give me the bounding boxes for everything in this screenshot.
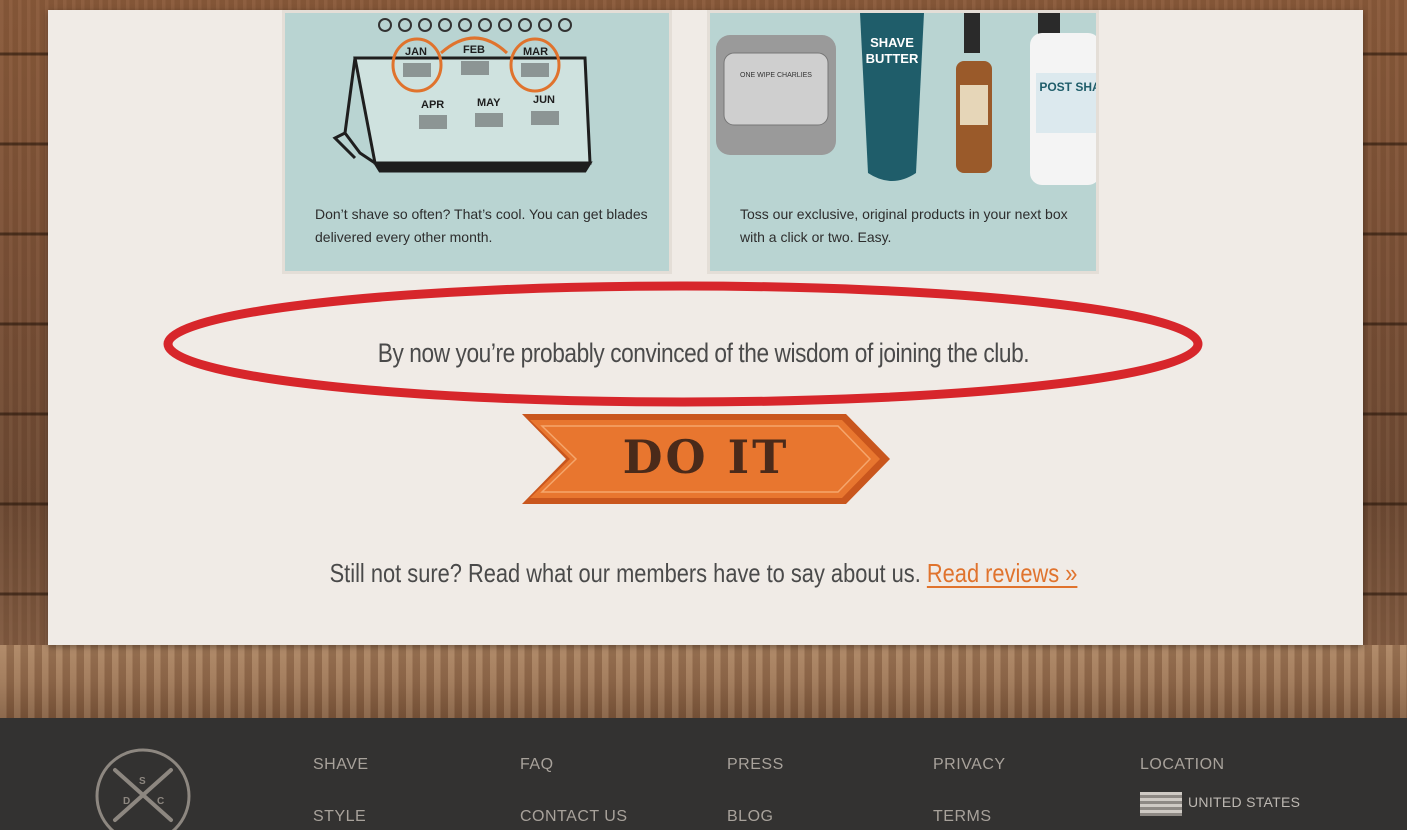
product-wipes-label: ONE WIPE CHARLIES [740, 72, 812, 79]
month-jan: JAN [405, 46, 427, 58]
logo-letter-d: D [123, 796, 130, 807]
product-butter-label: BUTTER [866, 51, 919, 66]
product-shave-label: SHAVE [870, 35, 914, 50]
card-description: Don’t shave so often? That’s cool. You c… [315, 206, 648, 245]
wood-plank-strip [0, 645, 1407, 718]
footer-link-shave[interactable]: SHAVE [313, 756, 369, 774]
footer-link-terms[interactable]: TERMS [933, 808, 992, 826]
month-mar: MAR [523, 46, 548, 58]
footer-link-style[interactable]: STYLE [313, 808, 366, 826]
products-illustration: ONE WIPE CHARLIES SHAVE BUTTER POST SHA [716, 13, 1096, 185]
footer-link-blog[interactable]: BLOG [727, 808, 773, 826]
country-selector[interactable]: UNITED STATES [1188, 794, 1300, 810]
us-flag-icon[interactable] [1140, 792, 1182, 816]
location-heading: LOCATION [1140, 756, 1225, 773]
month-feb: FEB [463, 44, 485, 56]
footer-link-contact-us[interactable]: CONTACT US [520, 808, 628, 826]
month-jun: JUN [533, 94, 555, 106]
feature-card-frequency: JAN FEB MAR APR MAY JUN Don’t shave so o… [282, 10, 672, 274]
cta-label: DO IT [622, 430, 790, 484]
reviews-prompt: Still not sure? Read what our members ha… [329, 558, 921, 588]
site-footer [0, 718, 1407, 830]
card-description: Toss our exclusive, original products in… [740, 206, 1068, 245]
do-it-button[interactable]: DO IT [520, 412, 892, 506]
logo-letter-c: C [157, 796, 164, 807]
calendar-illustration: JAN FEB MAR APR MAY JUN [332, 18, 593, 173]
footer-link-faq[interactable]: FAQ [520, 756, 554, 774]
footer-link-press[interactable]: PRESS [727, 756, 784, 774]
product-postshave-label: POST SHA [1039, 80, 1096, 94]
month-apr: APR [421, 99, 444, 111]
footer-link-privacy[interactable]: PRIVACY [933, 756, 1006, 774]
read-reviews-link[interactable]: Read reviews » [927, 558, 1078, 588]
month-may: MAY [477, 97, 501, 109]
dsc-logo-icon[interactable]: D S C [93, 748, 193, 830]
feature-card-products: ONE WIPE CHARLIES SHAVE BUTTER POST SHA … [707, 10, 1099, 274]
reviews-line: Still not sure? Read what our members ha… [113, 558, 1295, 589]
join-headline: By now you’re probably convinced of the … [377, 338, 1030, 368]
logo-letter-s: S [139, 776, 146, 787]
